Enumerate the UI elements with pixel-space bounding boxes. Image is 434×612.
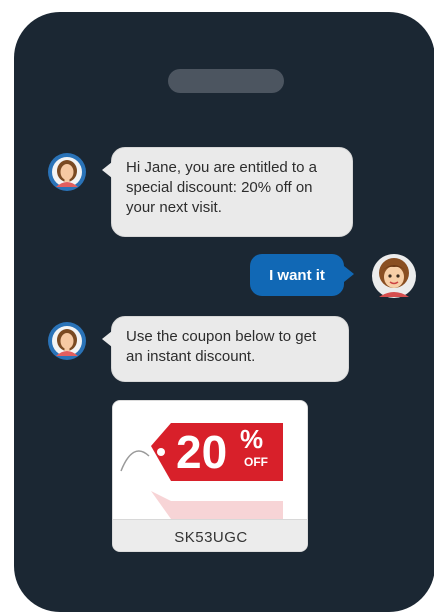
agent-avatar-icon [47,152,87,192]
agent-message-text: Hi Jane, you are entitled to a special d… [126,159,317,216]
discount-tag-icon: 20 % OFF [113,401,307,519]
coupon-percent: 20 [176,426,228,478]
agent-avatar-icon [47,321,87,361]
agent-message-text: Use the coupon below to get an instant d… [126,328,317,365]
coupon-percent-sign: % [240,424,264,454]
agent-message-bubble: Hi Jane, you are entitled to a special d… [102,147,353,237]
coupon-code: SK53UGC [113,519,307,551]
phone-speaker [168,69,284,93]
user-avatar-icon [371,253,417,299]
user-message-text: I want it [269,266,325,284]
coupon-off-label: OFF [244,455,268,469]
agent-message-bubble: Use the coupon below to get an instant d… [102,316,349,382]
user-message-bubble: I want it [250,254,354,296]
coupon-card[interactable]: 20 % OFF SK53UGC [112,400,308,552]
